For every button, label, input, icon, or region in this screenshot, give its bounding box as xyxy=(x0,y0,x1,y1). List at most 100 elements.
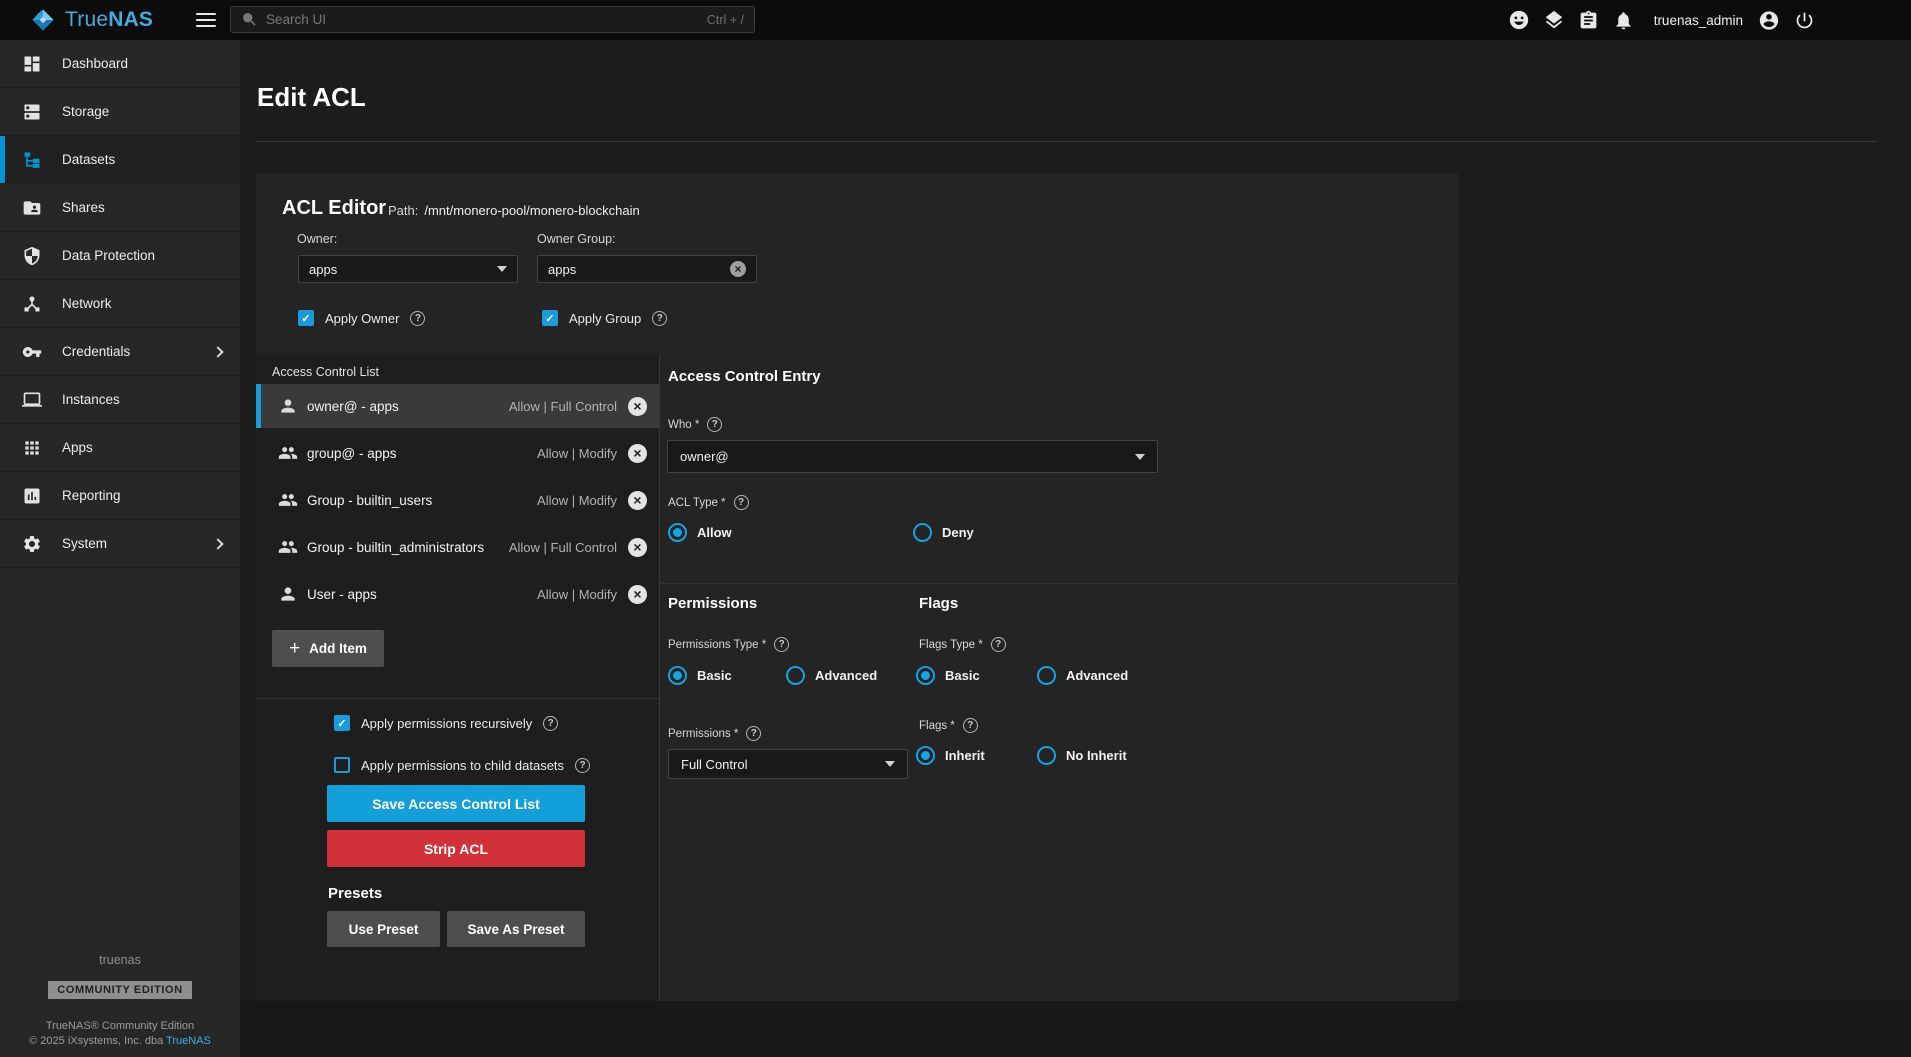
help-icon[interactable] xyxy=(991,637,1006,652)
menu-icon[interactable] xyxy=(196,13,216,27)
topbar-actions: truenas_admin xyxy=(1508,0,1815,40)
radio-off-icon xyxy=(1037,746,1056,765)
section-divider xyxy=(660,583,1458,584)
radio-on-icon xyxy=(916,746,935,765)
alerts-bell-icon[interactable] xyxy=(1613,9,1635,31)
permissions-heading: Permissions xyxy=(668,595,757,612)
radio-permissions-advanced[interactable]: Advanced xyxy=(786,666,877,685)
radio-permissions-basic[interactable]: Basic xyxy=(668,666,786,685)
help-icon[interactable] xyxy=(575,758,590,773)
dashboard-icon xyxy=(21,53,43,75)
permissions-type-radios: Basic Advanced xyxy=(668,666,877,685)
laptop-icon xyxy=(21,389,43,411)
help-icon[interactable] xyxy=(774,637,789,652)
apply-group-label: Apply Group xyxy=(569,311,641,326)
footer-strip xyxy=(240,1001,1911,1057)
owner-group-input[interactable]: apps xyxy=(537,255,757,283)
add-item-button[interactable]: + Add Item xyxy=(272,630,384,667)
search-input[interactable] xyxy=(266,12,699,27)
sidebar-item-network[interactable]: Network xyxy=(0,280,240,328)
help-icon[interactable] xyxy=(746,726,761,741)
sidebar-footer: truenas COMMUNITY EDITION TrueNAS® Commu… xyxy=(0,953,240,1047)
radio-off-icon xyxy=(786,666,805,685)
bar-chart-icon xyxy=(21,485,43,507)
apply-recursively-checkbox[interactable] xyxy=(334,715,350,731)
flags-type-radios: Basic Advanced xyxy=(916,666,1128,685)
apply-owner-checkbox[interactable] xyxy=(298,310,314,326)
help-icon[interactable] xyxy=(963,718,978,733)
owner-select[interactable]: apps xyxy=(298,255,518,283)
key-icon xyxy=(21,341,43,363)
delete-entry-icon[interactable] xyxy=(628,585,647,604)
username-label[interactable]: truenas_admin xyxy=(1654,13,1743,28)
acl-row-user-apps[interactable]: User - apps Allow | Modify xyxy=(256,572,659,616)
main-content: Edit ACL ACL Editor Path:/mnt/monero-poo… xyxy=(240,40,1911,1057)
help-icon[interactable] xyxy=(707,417,722,432)
strip-acl-button[interactable]: Strip ACL xyxy=(327,830,585,867)
truecloud-layers-icon[interactable] xyxy=(1543,9,1565,31)
clear-icon[interactable] xyxy=(730,261,746,277)
dataset-path: Path:/mnt/monero-pool/monero-blockchain xyxy=(388,203,640,218)
radio-allow[interactable]: Allow xyxy=(668,523,913,542)
radio-flags-advanced[interactable]: Advanced xyxy=(1037,666,1128,685)
help-icon[interactable] xyxy=(734,495,749,510)
help-icon[interactable] xyxy=(543,716,558,731)
sidebar-item-apps[interactable]: Apps xyxy=(0,424,240,472)
acl-type-radios: Allow Deny xyxy=(668,523,974,542)
sidebar-item-system[interactable]: System xyxy=(0,520,240,568)
owner-group-label: Owner Group: xyxy=(537,232,616,246)
sidebar-item-reporting[interactable]: Reporting xyxy=(0,472,240,520)
sidebar-item-storage[interactable]: Storage xyxy=(0,88,240,136)
sidebar: Dashboard Storage Datasets Shares Data P… xyxy=(0,40,240,1057)
jobs-clipboard-icon[interactable] xyxy=(1578,9,1600,31)
edition-line: TrueNAS® Community Edition xyxy=(0,1020,240,1032)
flags-type-label: Flags Type * xyxy=(919,637,1006,652)
truenas-app: TrueNAS Ctrl + / truenas_admin xyxy=(0,0,1911,1057)
feedback-smiley-icon[interactable] xyxy=(1508,9,1530,31)
radio-flags-basic[interactable]: Basic xyxy=(916,666,1037,685)
flags-radios: Inherit No Inherit xyxy=(916,746,1127,765)
apply-group-checkbox[interactable] xyxy=(542,310,558,326)
radio-no-inherit[interactable]: No Inherit xyxy=(1037,746,1127,765)
permissions-type-label: Permissions Type * xyxy=(668,637,789,652)
acl-row-builtin-administrators[interactable]: Group - builtin_administrators Allow | F… xyxy=(256,525,659,569)
apps-grid-icon xyxy=(21,437,43,459)
who-select[interactable]: owner@ xyxy=(667,440,1158,473)
sidebar-item-dashboard[interactable]: Dashboard xyxy=(0,40,240,88)
owner-label: Owner: xyxy=(297,232,337,246)
truenas-link[interactable]: TrueNAS xyxy=(166,1035,211,1047)
radio-off-icon xyxy=(913,523,932,542)
delete-entry-icon[interactable] xyxy=(628,444,647,463)
delete-entry-icon[interactable] xyxy=(628,397,647,416)
sidebar-item-instances[interactable]: Instances xyxy=(0,376,240,424)
save-acl-button[interactable]: Save Access Control List xyxy=(327,785,585,822)
acl-rows: owner@ - apps Allow | Full Control group… xyxy=(256,384,659,619)
power-icon[interactable] xyxy=(1793,9,1815,31)
delete-entry-icon[interactable] xyxy=(628,491,647,510)
copyright-line: © 2025 iXsystems, Inc. dba TrueNAS xyxy=(0,1035,240,1047)
acl-row-owner[interactable]: owner@ - apps Allow | Full Control xyxy=(256,384,659,428)
apply-child-datasets-checkbox[interactable] xyxy=(334,757,350,773)
access-control-entry-panel: Access Control Entry Who * owner@ ACL Ty… xyxy=(660,355,1458,1001)
chevron-right-icon xyxy=(212,346,223,357)
truenas-logo[interactable]: TrueNAS xyxy=(30,7,186,33)
use-preset-button[interactable]: Use Preset xyxy=(327,911,440,947)
permissions-select[interactable]: Full Control xyxy=(668,749,908,779)
caret-down-icon xyxy=(497,266,507,272)
help-icon[interactable] xyxy=(410,311,425,326)
sidebar-item-datasets[interactable]: Datasets xyxy=(0,136,240,184)
delete-entry-icon[interactable] xyxy=(628,538,647,557)
help-icon[interactable] xyxy=(652,311,667,326)
radio-inherit[interactable]: Inherit xyxy=(916,746,1037,765)
sidebar-item-data-protection[interactable]: Data Protection xyxy=(0,232,240,280)
sidebar-item-shares[interactable]: Shares xyxy=(0,184,240,232)
search-icon xyxy=(241,11,258,28)
save-as-preset-button[interactable]: Save As Preset xyxy=(447,911,585,947)
acl-body: Access Control List owner@ - apps Allow … xyxy=(256,355,1458,1001)
sidebar-item-credentials[interactable]: Credentials xyxy=(0,328,240,376)
account-circle-icon[interactable] xyxy=(1758,9,1780,31)
acl-row-builtin-users[interactable]: Group - builtin_users Allow | Modify xyxy=(256,478,659,522)
radio-deny[interactable]: Deny xyxy=(913,523,974,542)
flags-label: Flags * xyxy=(919,718,978,733)
acl-row-group[interactable]: group@ - apps Allow | Modify xyxy=(256,431,659,475)
